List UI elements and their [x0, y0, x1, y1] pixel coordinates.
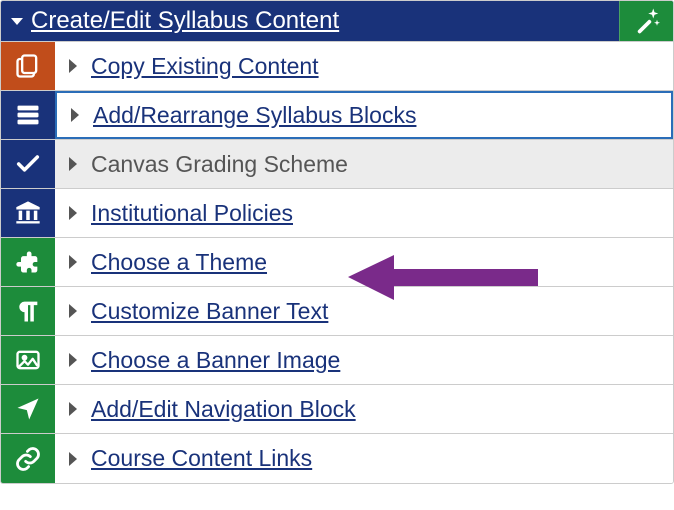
disclosure-right-icon [69, 157, 77, 171]
menu-row-body[interactable]: Choose a Theme [55, 238, 673, 286]
menu-row: Add/Edit Navigation Block [1, 385, 673, 434]
menu-row-label[interactable]: Institutional Policies [91, 200, 293, 227]
menu-row-body: Canvas Grading Scheme [55, 140, 673, 188]
disclosure-right-icon [69, 304, 77, 318]
menu-row: Customize Banner Text [1, 287, 673, 336]
copy-icon [1, 42, 55, 90]
disclosure-right-icon [69, 206, 77, 220]
menu-row: Course Content Links [1, 434, 673, 483]
menu-row: Choose a Theme [1, 238, 673, 287]
blocks-icon [1, 91, 55, 139]
disclosure-right-icon [69, 402, 77, 416]
menu-row-body[interactable]: Course Content Links [55, 434, 673, 483]
menu-row-label[interactable]: Add/Edit Navigation Block [91, 396, 356, 423]
menu-row-label[interactable]: Add/Rearrange Syllabus Blocks [93, 102, 416, 129]
menu-row-body[interactable]: Customize Banner Text [55, 287, 673, 335]
menu-row-label[interactable]: Copy Existing Content [91, 53, 319, 80]
menu-row-label[interactable]: Customize Banner Text [91, 298, 328, 325]
panel-title[interactable]: Create/Edit Syllabus Content [31, 7, 339, 35]
magic-wand-icon [632, 6, 662, 36]
menu-row-body[interactable]: Choose a Banner Image [55, 336, 673, 384]
panel-header: Create/Edit Syllabus Content [1, 1, 673, 42]
menu-row-label[interactable]: Choose a Theme [91, 249, 267, 276]
disclosure-right-icon [69, 255, 77, 269]
menu-row-label[interactable]: Course Content Links [91, 445, 312, 472]
disclosure-right-icon [69, 353, 77, 367]
image-icon [1, 336, 55, 384]
menu-row: Canvas Grading Scheme [1, 140, 673, 189]
disclosure-right-icon [71, 108, 79, 122]
menu-row-body[interactable]: Add/Edit Navigation Block [55, 385, 673, 433]
panel-header-toggle[interactable]: Create/Edit Syllabus Content [1, 1, 619, 41]
panel-rows: Copy Existing Content Add/Rearrange Sylla… [1, 42, 673, 483]
menu-row: Institutional Policies [1, 189, 673, 238]
nav-arrow-icon [1, 385, 55, 433]
menu-row: Copy Existing Content [1, 42, 673, 91]
disclosure-right-icon [69, 452, 77, 466]
caret-down-icon [11, 18, 23, 25]
menu-row: Choose a Banner Image [1, 336, 673, 385]
syllabus-panel: Create/Edit Syllabus Content Copy Existi… [0, 0, 674, 484]
paragraph-icon [1, 287, 55, 335]
puzzle-icon [1, 238, 55, 286]
menu-row-label: Canvas Grading Scheme [91, 151, 348, 178]
menu-row-label[interactable]: Choose a Banner Image [91, 347, 340, 374]
link-icon [1, 434, 55, 483]
menu-row-body[interactable]: Institutional Policies [55, 189, 673, 237]
magic-wand-button[interactable] [619, 1, 673, 41]
check-icon [1, 140, 55, 188]
menu-row-body[interactable]: Add/Rearrange Syllabus Blocks [55, 91, 673, 139]
menu-row: Add/Rearrange Syllabus Blocks [1, 91, 673, 140]
menu-row-body[interactable]: Copy Existing Content [55, 42, 673, 90]
disclosure-right-icon [69, 59, 77, 73]
institution-icon [1, 189, 55, 237]
